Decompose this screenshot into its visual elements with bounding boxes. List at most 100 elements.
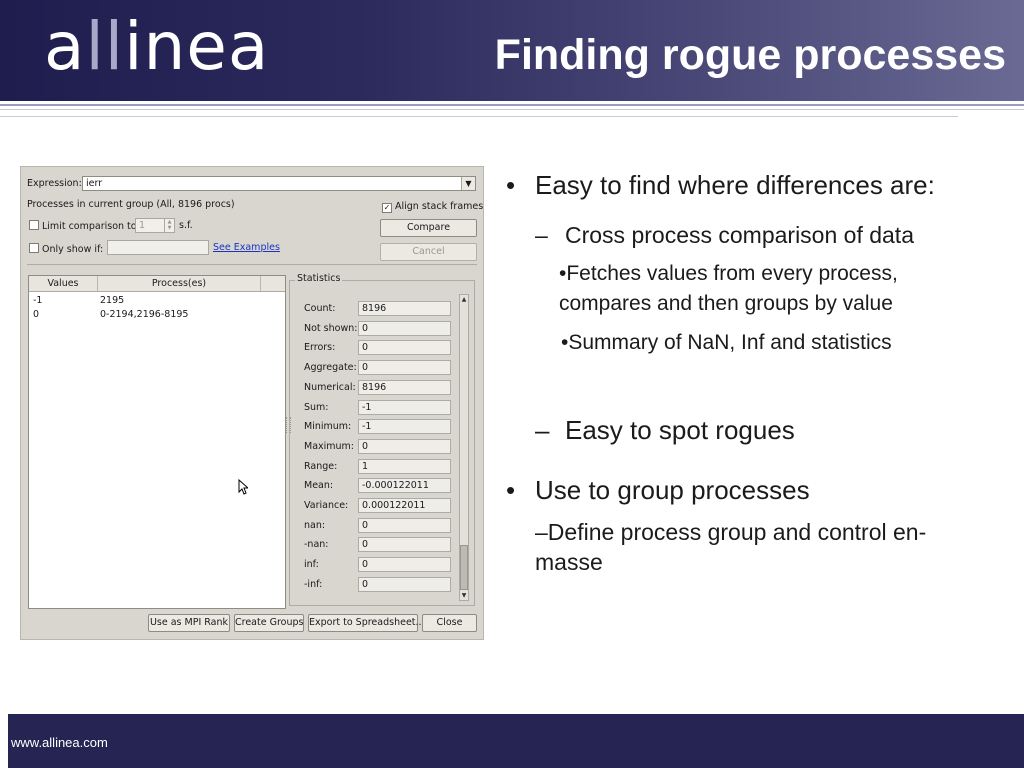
statistic-value: -0.000122011	[358, 478, 451, 494]
statistic-value: 1	[358, 458, 451, 474]
close-button[interactable]: Close	[422, 614, 477, 632]
statistic-value: 0.000122011	[358, 498, 451, 513]
column-header-values[interactable]: Values	[29, 276, 98, 291]
statistic-label: Range:	[304, 460, 338, 472]
statistic-row: -inf: 0	[304, 576, 454, 593]
logo-part-ll: ll	[85, 8, 125, 85]
sub-sub-bullet-fetches-line2: compares and then groups by value	[559, 292, 893, 315]
statistic-value: 0	[358, 517, 451, 533]
mouse-pointer-icon	[238, 479, 248, 495]
slide-footer: www.allinea.com	[8, 714, 1024, 768]
scroll-up-icon[interactable]: ▲	[460, 295, 468, 304]
bullet-easy-to-find: Easy to find where differences are:	[535, 170, 935, 200]
create-groups-button[interactable]: Create Groups	[234, 614, 304, 632]
statistic-row: Mean: -0.000122011	[304, 478, 454, 494]
statistic-label: inf:	[304, 559, 319, 571]
statistic-label: nan:	[304, 519, 326, 531]
statistics-scrollbar[interactable]: ▲ ▼	[459, 294, 469, 601]
statistic-label: Errors:	[304, 342, 336, 354]
bullet-marker: •	[506, 170, 516, 200]
statistic-row: Not shown: 0	[304, 320, 454, 337]
statistic-row: Minimum: -1	[304, 419, 454, 435]
checkmark-icon[interactable]: ✓	[382, 203, 392, 213]
statistic-label: Minimum:	[304, 421, 352, 433]
statistic-row: Numerical: 8196	[304, 379, 454, 396]
slide-title: Finding rogue processes	[494, 31, 1006, 79]
sub-sub-bullet-fetches-line1: •Fetches values from every process,	[559, 262, 898, 285]
align-stack-frames-label: Align stack frames	[395, 201, 484, 212]
statistic-label: -inf:	[304, 578, 323, 590]
sub-bullet-easy-to-spot: Easy to spot rogues	[565, 415, 795, 445]
statistic-value: -1	[358, 419, 451, 435]
allinea-logo: allinea	[44, 12, 269, 82]
values-table[interactable]: Values Process(es) -1 2195 0 0-2194,2196…	[28, 275, 286, 609]
row-value: -1	[33, 295, 43, 306]
sub-sub-bullet-summary: •Summary of NaN, Inf and statistics	[561, 331, 892, 354]
statistic-row: Sum: -1	[304, 399, 454, 416]
sub-bullet-cross-process: Cross process comparison of data	[565, 222, 914, 248]
statistic-row: inf: 0	[304, 557, 454, 573]
statistic-value: 8196	[358, 301, 451, 316]
table-row[interactable]: 0 0-2194,2196-8195	[29, 308, 285, 322]
checkbox-icon[interactable]	[29, 243, 39, 253]
statistic-value: 0	[358, 537, 451, 553]
dropdown-arrow-icon[interactable]: ▼	[461, 177, 475, 190]
expression-input[interactable]: ierr ▼	[82, 176, 476, 191]
see-examples-link[interactable]: See Examples	[213, 242, 280, 253]
bullet-marker: •	[506, 475, 516, 505]
bullet-use-to-group: Use to group processes	[535, 475, 810, 505]
scroll-down-icon[interactable]: ▼	[460, 591, 468, 600]
limit-sf-spinbox[interactable]: 1 ▲ ▼	[135, 218, 175, 233]
statistic-value: 0	[358, 438, 451, 454]
expression-label: Expression:	[27, 178, 82, 189]
statistics-panel: Statistics Count: 8196 Not shown: 0 Errors: 0…	[289, 273, 477, 609]
statistic-label: Count:	[304, 303, 336, 314]
table-row[interactable]: -1 2195	[29, 294, 285, 308]
row-processes: 2195	[100, 295, 125, 306]
footer-url[interactable]: www.allinea.com	[11, 735, 108, 750]
header-rule	[0, 116, 958, 117]
only-show-if-input[interactable]	[107, 240, 209, 255]
limit-comparison-label: Limit comparison to	[42, 221, 137, 232]
limit-comparison-checkbox[interactable]: Limit comparison to	[29, 220, 137, 232]
checkbox-icon[interactable]	[29, 220, 39, 230]
logo-part-a: a	[44, 8, 86, 85]
divider	[27, 264, 477, 265]
row-value: 0	[33, 309, 40, 320]
statistic-value: 0	[358, 576, 451, 592]
statistic-label: Numerical:	[304, 381, 356, 393]
align-stack-frames-checkbox[interactable]: ✓ Align stack frames	[382, 201, 483, 213]
header-rule	[0, 109, 1024, 110]
statistic-label: Aggregate:	[304, 362, 357, 374]
limit-sf-value: 1	[139, 220, 146, 231]
statistic-row: Maximum: 0	[304, 438, 454, 455]
use-as-mpi-rank-button[interactable]: Use as MPI Rank	[148, 614, 230, 632]
processes-in-group-text: Processes in current group (All, 8196 pr…	[27, 199, 235, 210]
only-show-if-checkbox[interactable]: Only show if:	[29, 243, 103, 255]
statistic-label: Sum:	[304, 401, 329, 413]
compare-button[interactable]: Compare	[380, 219, 477, 237]
sub-bullet-define-group-line2: masse	[535, 549, 603, 575]
statistic-label: Variance:	[304, 500, 349, 511]
statistic-label: -nan:	[304, 539, 329, 551]
statistic-value: 0	[358, 340, 451, 356]
column-header-processes[interactable]: Process(es)	[98, 276, 261, 291]
sub-bullet-define-group-line1: –Define process group and control en-	[535, 519, 927, 545]
statistics-title: Statistics	[295, 273, 343, 284]
statistic-value: 0	[358, 360, 451, 376]
statistic-row: Count: 8196	[304, 301, 454, 317]
dash-marker: –	[535, 222, 548, 248]
dash-marker: –	[535, 415, 550, 445]
statistic-value: -1	[358, 399, 451, 415]
spin-arrows-icon[interactable]: ▲ ▼	[164, 219, 174, 232]
export-to-spreadsheet-button[interactable]: Export to Spreadsheet...	[308, 614, 425, 632]
statistic-label: Maximum:	[304, 440, 355, 452]
statistic-row: Errors: 0	[304, 340, 454, 356]
header-rule	[0, 104, 1024, 106]
cancel-button[interactable]: Cancel	[380, 243, 477, 261]
statistic-row: Aggregate: 0	[304, 360, 454, 376]
scrollbar-thumb[interactable]	[460, 545, 468, 590]
slide-header: allinea Finding rogue processes	[0, 0, 1024, 101]
logo-part-rest: inea	[124, 8, 270, 85]
statistic-row: -nan: 0	[304, 537, 454, 553]
